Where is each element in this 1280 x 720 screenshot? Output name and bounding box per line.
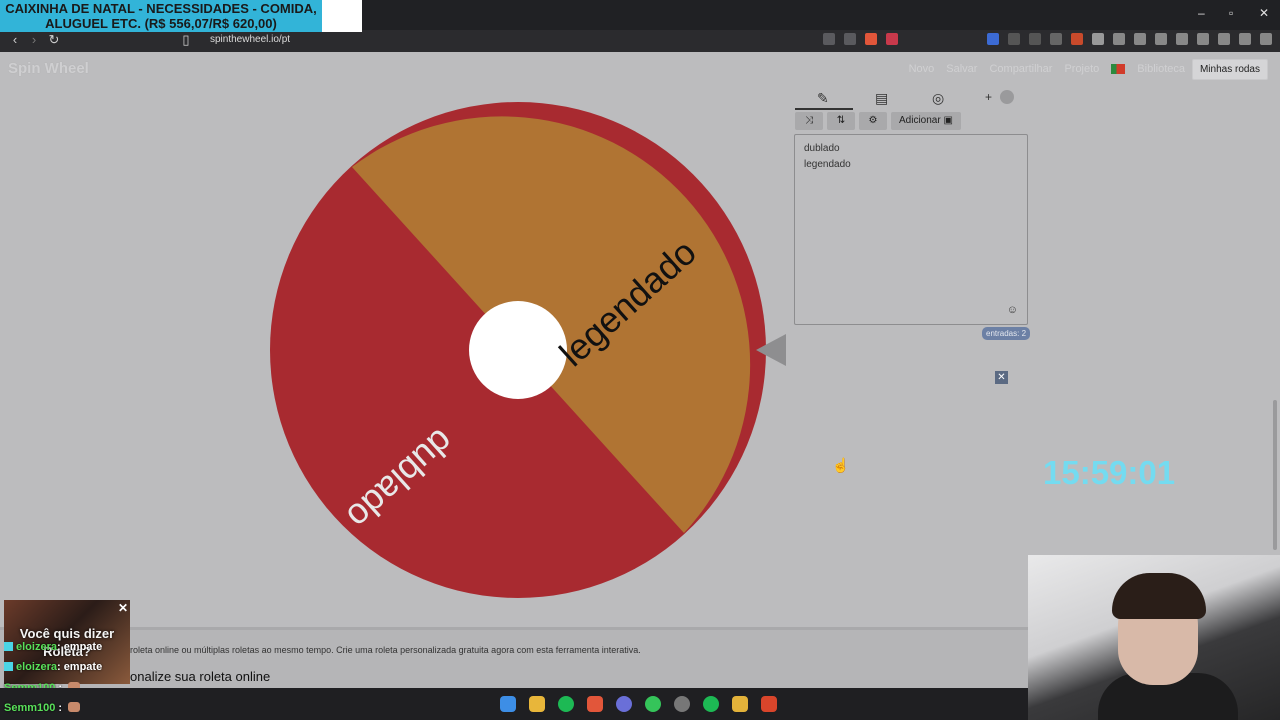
page-scrollbar[interactable] (1273, 400, 1277, 550)
extension-icon[interactable] (1029, 33, 1041, 45)
chat-text: : empate (56, 641, 103, 653)
flag-icon[interactable] (1111, 64, 1126, 74)
page: Spin Wheel Novo Salvar Compartilhar Proj… (0, 52, 1280, 630)
add-label: Adicionar (899, 115, 941, 126)
puzzle-icon[interactable] (1113, 33, 1125, 45)
reader-icon[interactable] (823, 33, 835, 45)
whatsapp-icon[interactable] (645, 696, 661, 712)
wheel-pointer (756, 334, 786, 366)
entry-item: dublado (804, 143, 840, 154)
forward-icon[interactable]: › (25, 32, 43, 47)
nav-project[interactable]: Projeto (1064, 63, 1099, 75)
plus-icon[interactable]: + (985, 90, 992, 104)
chat-user: eloizera (16, 661, 57, 673)
entry-item: legendado (804, 159, 851, 170)
obs-icon[interactable] (674, 696, 690, 712)
chat-user: Semm100 (4, 702, 56, 714)
page-description: roleta online ou múltiplas roletas ao me… (130, 645, 641, 655)
bookmark-icon[interactable]: ▯ (177, 32, 195, 48)
file-explorer-icon[interactable] (529, 696, 545, 712)
chat-message: eloizera: empate (4, 661, 102, 673)
emoji-icon[interactable]: ☺ (1007, 304, 1018, 316)
chat-badge-icon (4, 642, 13, 651)
extension-icon[interactable] (1092, 33, 1104, 45)
extension-icon[interactable] (1008, 33, 1020, 45)
eye-hidden-icon[interactable]: ◎ (932, 90, 944, 107)
add-image-button[interactable]: Adicionar ▣ (891, 112, 961, 130)
rewards-icon[interactable] (886, 33, 898, 45)
settings-button[interactable]: ⚙ (859, 112, 887, 130)
nav-share[interactable]: Compartilhar (989, 63, 1052, 75)
donation-banner: CAIXINHA DE NATAL - NECESSIDADES - COMID… (0, 0, 362, 32)
editor-toolbar: ⤨ ⇅ ⚙ Adicionar ▣ (795, 112, 961, 130)
wheel-center (469, 301, 567, 399)
chat-text: : empate (56, 661, 103, 673)
roulette-title: Você quis dizer (19, 626, 115, 641)
top-nav: Novo Salvar Compartilhar Projeto Bibliot… (909, 63, 1185, 75)
menu-icon[interactable] (1260, 33, 1272, 45)
webcam-feed (1028, 555, 1280, 720)
image-icon: ▣ (943, 115, 953, 126)
webcam-person-hair (1112, 573, 1206, 619)
discord-icon[interactable] (616, 696, 632, 712)
wallet-icon[interactable] (1197, 33, 1209, 45)
page-subheading: onalize sua roleta online (130, 669, 271, 684)
chat-message: eloizera: empate (4, 641, 102, 653)
app-icon[interactable] (732, 696, 748, 712)
clipboard-icon[interactable]: ▤ (875, 90, 888, 107)
avatar[interactable] (1000, 90, 1014, 104)
share-icon[interactable] (844, 33, 856, 45)
nav-new[interactable]: Novo (909, 63, 935, 75)
nav-library[interactable]: Biblioteca (1137, 63, 1185, 75)
extension-icon[interactable] (1134, 33, 1146, 45)
donation-banner-text: CAIXINHA DE NATAL - NECESSIDADES - COMID… (0, 0, 322, 32)
entries-textarea[interactable]: dublado legendado ☺ (794, 134, 1028, 325)
nav-save[interactable]: Salvar (946, 63, 977, 75)
brave-shield-icon[interactable] (865, 33, 877, 45)
hand-cursor-icon: ☝ (832, 457, 850, 473)
extension-icon[interactable] (1071, 33, 1083, 45)
spin-wheel[interactable]: legendado dublado (270, 102, 766, 598)
pencil-icon[interactable]: ✎ (817, 90, 829, 107)
browser-nav-bar: ‹ › ↻ ▯ spinthewheel.io/pt (0, 30, 1280, 52)
spotify-icon[interactable] (703, 696, 719, 712)
chat-text: : (55, 702, 63, 714)
my-wheels-button[interactable]: Minhas rodas (1191, 59, 1268, 80)
minimize-icon[interactable]: – (1198, 6, 1205, 20)
brave-icon[interactable] (761, 696, 777, 712)
spotify-icon[interactable] (558, 696, 574, 712)
brave-icon[interactable] (587, 696, 603, 712)
taskbar-icons (500, 696, 777, 712)
extension-icon[interactable] (987, 33, 999, 45)
vpn-icon[interactable] (1239, 33, 1251, 45)
chat-user: eloizera (16, 641, 57, 653)
extension-icons (823, 33, 1272, 45)
windows-start-icon[interactable] (500, 696, 516, 712)
chat-message: Semm100 : (4, 702, 81, 714)
emote-icon (68, 702, 81, 712)
maximize-icon[interactable]: ▫ (1229, 6, 1233, 20)
reload-icon[interactable]: ↻ (45, 32, 63, 48)
stream-clock: 15:59:01 (1043, 454, 1176, 491)
leo-icon[interactable] (1218, 33, 1230, 45)
active-tab-indicator (795, 108, 853, 110)
music-icon[interactable] (1155, 33, 1167, 45)
back-icon[interactable]: ‹ (6, 32, 24, 47)
chat-badge-icon (4, 662, 13, 671)
entries-count-badge: entradas: 2 (982, 327, 1031, 340)
google-icon[interactable] (1050, 33, 1062, 45)
shuffle-button[interactable]: ⤨ (795, 112, 823, 130)
close-window-icon[interactable]: ✕ (1259, 6, 1269, 20)
close-icon[interactable]: ✕ (995, 371, 1008, 384)
sidebar-icon[interactable] (1176, 33, 1188, 45)
site-logo[interactable]: Spin Wheel (8, 60, 89, 77)
sort-button[interactable]: ⇅ (827, 112, 855, 130)
editor-tabs: ✎ ▤ ◎ + (795, 88, 1027, 110)
address-bar[interactable]: spinthewheel.io/pt (210, 34, 290, 45)
close-icon[interactable]: ✕ (118, 601, 128, 615)
